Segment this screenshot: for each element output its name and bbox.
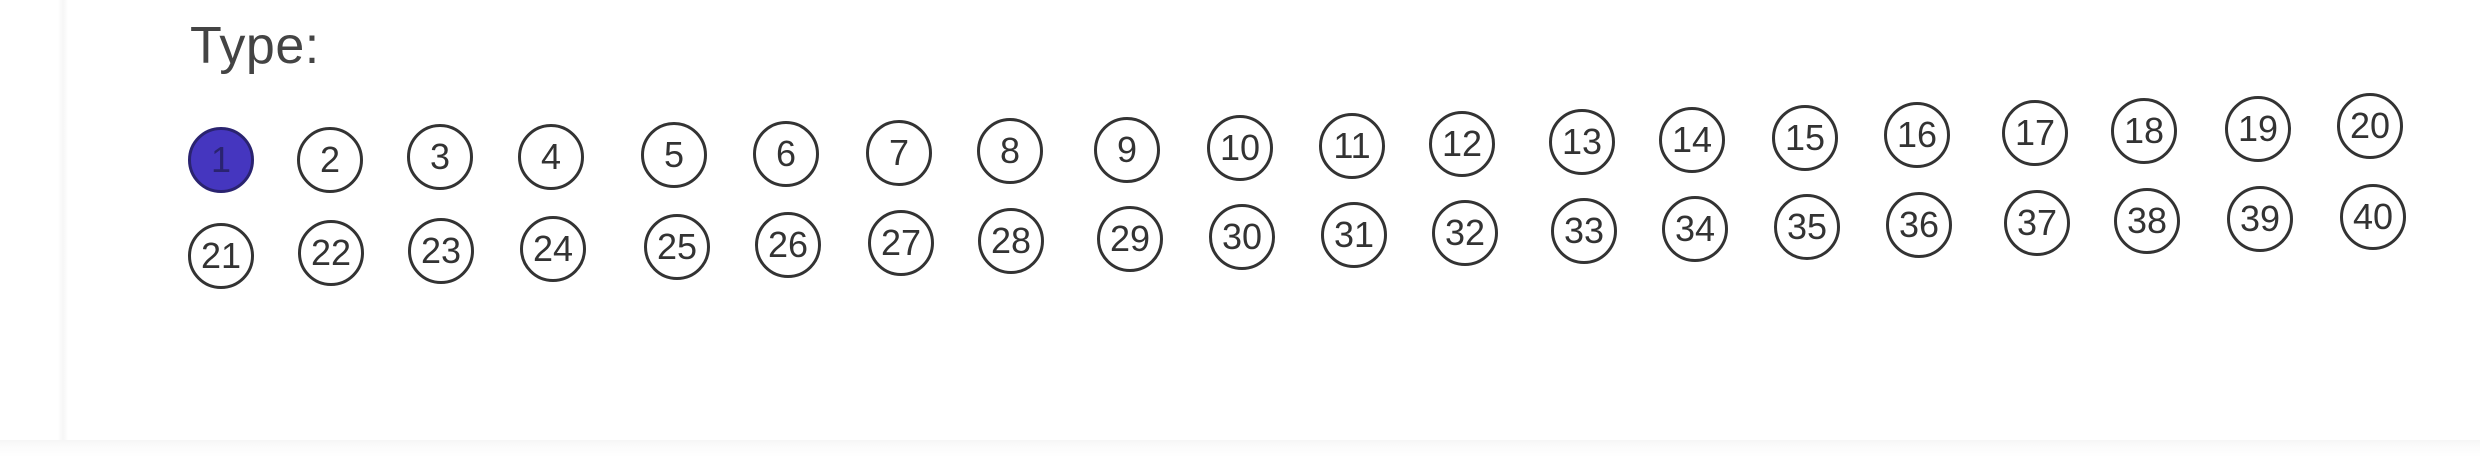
- type-bubble-label: 40: [2352, 196, 2394, 237]
- type-bubble-11[interactable]: 11: [1319, 113, 1385, 179]
- type-bubble-label: 27: [880, 222, 922, 263]
- type-bubble-label: 24: [532, 228, 574, 269]
- type-bubble-17[interactable]: 17: [2002, 100, 2068, 166]
- type-bubble-label: 21: [200, 235, 242, 276]
- type-bubble-25[interactable]: 25: [644, 214, 710, 280]
- type-bubble-label: 37: [2016, 202, 2058, 243]
- type-bubble-10[interactable]: 10: [1207, 115, 1273, 181]
- type-bubble-39[interactable]: 39: [2227, 186, 2293, 252]
- type-bubble-2[interactable]: 2: [297, 127, 363, 193]
- type-bubble-label: 6: [775, 133, 797, 174]
- type-bubble-27[interactable]: 27: [868, 210, 934, 276]
- type-bubble-label: 20: [2349, 105, 2391, 146]
- type-bubble-label: 7: [888, 132, 910, 173]
- type-bubble-label: 14: [1671, 119, 1713, 160]
- type-bubble-label: 34: [1674, 208, 1716, 249]
- type-bubble-label: 35: [1786, 206, 1828, 247]
- type-bubble-label: 26: [767, 224, 809, 265]
- type-bubble-label: 8: [999, 130, 1021, 171]
- type-bubble-19[interactable]: 19: [2225, 96, 2291, 162]
- type-bubble-22[interactable]: 22: [298, 220, 364, 286]
- type-bubble-14[interactable]: 14: [1659, 107, 1725, 173]
- type-bubble-31[interactable]: 31: [1321, 202, 1387, 268]
- type-bubble-15[interactable]: 15: [1772, 105, 1838, 171]
- type-bubble-20[interactable]: 20: [2337, 93, 2403, 159]
- type-bubble-label: 13: [1561, 121, 1603, 162]
- type-bubble-33[interactable]: 33: [1551, 198, 1617, 264]
- type-bubble-9[interactable]: 9: [1094, 117, 1160, 183]
- type-label: Type:: [190, 17, 320, 75]
- type-bubble-label: 1: [210, 139, 232, 180]
- type-bubble-label: 17: [2014, 112, 2056, 153]
- type-bubble-label: 11: [1333, 125, 1371, 166]
- type-bubble-18[interactable]: 18: [2111, 98, 2177, 164]
- type-bubble-label: 25: [656, 226, 698, 267]
- type-bubble-label: 28: [990, 220, 1032, 261]
- paper-bottom-edge: [0, 440, 2480, 457]
- type-bubble-label: 38: [2126, 200, 2168, 241]
- type-bubble-6[interactable]: 6: [753, 121, 819, 187]
- type-bubble-37[interactable]: 37: [2004, 190, 2070, 256]
- type-bubble-26[interactable]: 26: [755, 212, 821, 278]
- type-bubble-label: 12: [1441, 123, 1483, 164]
- type-bubble-label: 9: [1116, 129, 1138, 170]
- type-bubble-label: 16: [1896, 114, 1938, 155]
- type-bubble-label: 3: [429, 136, 451, 177]
- type-bubble-label: 15: [1784, 117, 1826, 158]
- type-bubble-label: 32: [1444, 212, 1486, 253]
- type-bubble-label: 29: [1109, 218, 1151, 259]
- type-bubble-38[interactable]: 38: [2114, 188, 2180, 254]
- paper-fold-shadow: [58, 0, 68, 440]
- type-bubble-3[interactable]: 3: [407, 124, 473, 190]
- type-bubble-1[interactable]: 1: [188, 127, 254, 193]
- type-bubble-label: 39: [2239, 198, 2281, 239]
- type-bubble-5[interactable]: 5: [641, 122, 707, 188]
- type-bubble-13[interactable]: 13: [1549, 109, 1615, 175]
- type-bubble-24[interactable]: 24: [520, 216, 586, 282]
- type-bubble-12[interactable]: 12: [1429, 111, 1495, 177]
- type-bubble-30[interactable]: 30: [1209, 204, 1275, 270]
- type-bubble-28[interactable]: 28: [978, 208, 1044, 274]
- type-bubble-label: 33: [1563, 210, 1605, 251]
- type-bubble-label: 5: [663, 134, 685, 175]
- type-bubble-label: 31: [1333, 214, 1375, 255]
- type-bubble-23[interactable]: 23: [408, 218, 474, 284]
- type-bubble-36[interactable]: 36: [1886, 192, 1952, 258]
- type-bubble-label: 19: [2237, 108, 2279, 149]
- form-sheet: Type: 1 2 3 4 5 6 7 8 9 10 11 12 13 14 15 16 17 18 19 20 21 2…: [0, 0, 2480, 457]
- type-bubble-4[interactable]: 4: [518, 124, 584, 190]
- type-bubble-7[interactable]: 7: [866, 120, 932, 186]
- type-bubble-label: 18: [2123, 110, 2165, 151]
- type-bubble-21[interactable]: 21: [188, 223, 254, 289]
- type-bubble-32[interactable]: 32: [1432, 200, 1498, 266]
- type-bubble-label: 23: [420, 230, 462, 271]
- type-bubble-34[interactable]: 34: [1662, 196, 1728, 262]
- type-bubble-label: 22: [310, 232, 352, 273]
- type-bubble-label: 2: [319, 139, 341, 180]
- type-bubble-40[interactable]: 40: [2340, 184, 2406, 250]
- type-bubble-label: 36: [1898, 204, 1940, 245]
- type-bubble-8[interactable]: 8: [977, 118, 1043, 184]
- type-bubble-35[interactable]: 35: [1774, 194, 1840, 260]
- type-bubble-label: 10: [1219, 127, 1261, 168]
- type-bubble-29[interactable]: 29: [1097, 206, 1163, 272]
- type-bubble-label: 30: [1221, 216, 1263, 257]
- type-bubble-16[interactable]: 16: [1884, 102, 1950, 168]
- type-bubble-label: 4: [540, 136, 562, 177]
